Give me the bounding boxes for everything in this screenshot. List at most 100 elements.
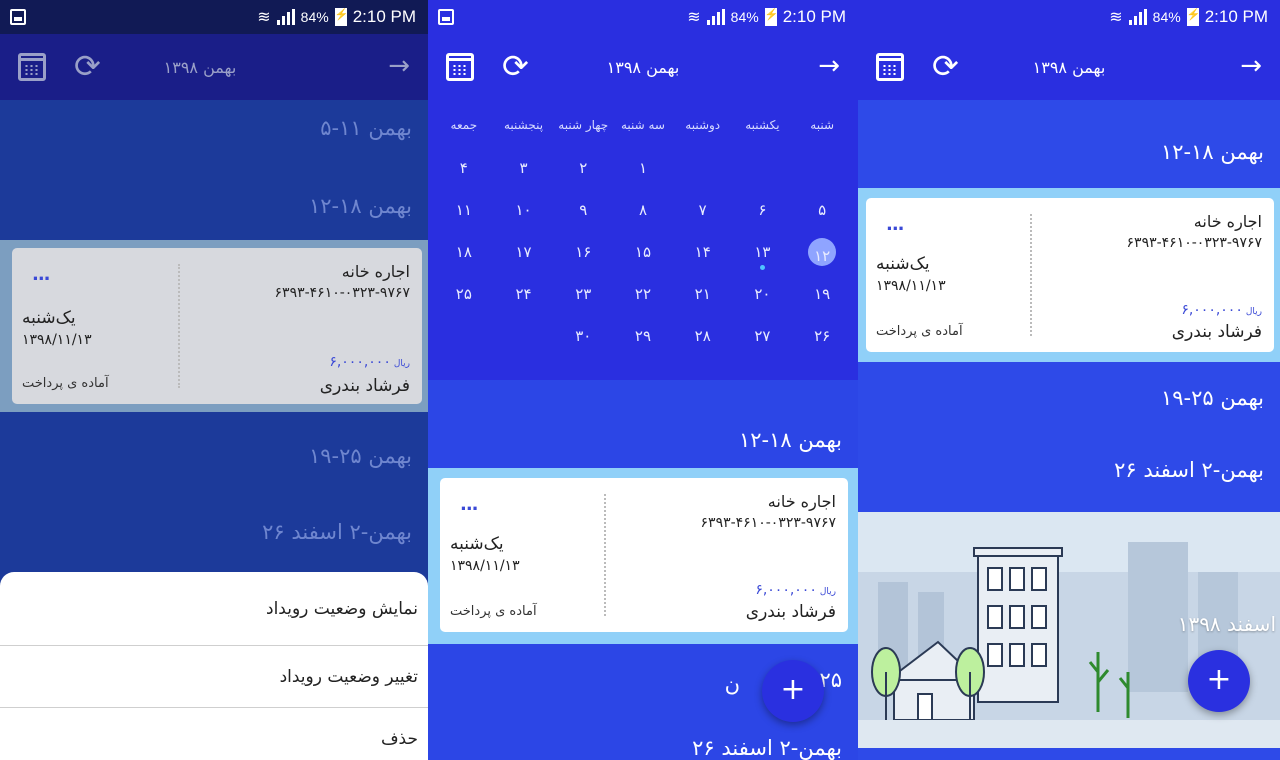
weekday-label: یکشنبه: [745, 118, 780, 132]
calendar-day[interactable]: ۱۴: [673, 234, 733, 276]
weekday-label: جمعه: [450, 118, 478, 132]
calendar-day[interactable]: ۱۱: [434, 192, 494, 234]
calendar-day[interactable]: ۲۷: [733, 318, 793, 360]
calendar-day[interactable]: ۱۷: [494, 234, 554, 276]
weekday-label: شنبه: [810, 118, 834, 132]
calendar-week-row: ۱۹ ۲۰ ۲۱ ۲۲ ۲۳ ۲۴ ۲۵: [428, 276, 858, 318]
calendar-day[interactable]: ۷: [673, 192, 733, 234]
more-options-icon[interactable]: ...: [886, 214, 904, 235]
calendar-day[interactable]: ۵: [792, 192, 852, 234]
week-header-3[interactable]: ۱۹-۲۵ بهمن: [1161, 386, 1264, 410]
screen-event-menu: ≋ 84% 2:10 PM ⟳ بهمن ۱۳۹۸ → ۵-۱۱ بهمن ۱۲…: [0, 0, 428, 760]
event-account: ۶۳۹۳-۴۶۱۰-۰۳۲۳-۹۷۶۷: [274, 285, 410, 301]
arrow-right-icon[interactable]: →: [1240, 52, 1262, 80]
calendar-empty-cell: [792, 150, 852, 192]
event-day: یک‌شنبه: [450, 534, 504, 554]
add-event-button[interactable]: +: [1188, 650, 1250, 712]
calendar-day[interactable]: ۱۰: [494, 192, 554, 234]
delete-option[interactable]: حذف: [0, 708, 428, 760]
week-header-4[interactable]: ۲۶ بهمن-۲ اسفند: [1114, 458, 1264, 482]
battery-icon: [764, 8, 778, 26]
calendar-day[interactable]: ۱: [613, 150, 673, 192]
calendar-day[interactable]: ۸: [613, 192, 673, 234]
calendar-day[interactable]: ۲۵: [434, 276, 494, 318]
calendar-day[interactable]: ۲۴: [494, 276, 554, 318]
more-options-icon[interactable]: ...: [32, 264, 50, 285]
event-card[interactable]: اجاره خانه ۶۳۹۳-۴۶۱۰-۰۳۲۳-۹۷۶۷ ریال۶,۰۰۰…: [866, 198, 1274, 352]
arrow-right-icon[interactable]: →: [818, 52, 840, 80]
today-marker: ۱۲: [808, 238, 837, 266]
calendar-day[interactable]: ۳۰: [553, 318, 613, 360]
signal-icon: [706, 9, 725, 25]
gallery-notification-icon: [438, 9, 454, 25]
page-title: بهمن ۱۳۹۸: [606, 57, 680, 77]
calendar-day[interactable]: ۱۳: [733, 234, 793, 276]
event-date: ۱۳۹۸/۱۱/۱۳: [450, 558, 520, 574]
week-header-1[interactable]: ۵-۱۱ بهمن: [320, 116, 412, 140]
calendar-icon[interactable]: [18, 53, 46, 81]
event-status: آماده ی پرداخت: [876, 324, 963, 339]
battery-percent: 84%: [300, 9, 329, 25]
week-header-3[interactable]: ۱۹-۲۵ بهمن: [309, 444, 412, 468]
week-header-2[interactable]: ۱۲-۱۸ بهمن: [739, 428, 842, 452]
event-date: ۱۳۹۸/۱۱/۱۳: [22, 332, 92, 348]
page-title: بهمن ۱۳۹۸: [163, 57, 237, 77]
event-status: آماده ی پرداخت: [450, 604, 537, 619]
calendar-day[interactable]: ۲۱: [673, 276, 733, 318]
event-title: اجاره خانه: [1193, 212, 1262, 231]
battery-icon: [334, 8, 348, 26]
calendar-day[interactable]: ۱۸: [434, 234, 494, 276]
calendar-week-row: ۱۲۳۴: [428, 150, 858, 192]
battery-percent: 84%: [730, 9, 759, 25]
event-card[interactable]: اجاره خانه ۶۳۹۳-۴۶۱۰-۰۳۲۳-۹۷۶۷ ریال۶,۰۰۰…: [440, 478, 848, 632]
status-bar: ≋ 84% 2:10 PM: [858, 0, 1280, 34]
app-bar: ⟳ بهمن ۱۳۹۸ →: [858, 34, 1280, 100]
calendar-day[interactable]: ۲: [553, 150, 613, 192]
calendar-day[interactable]: ۲۸: [673, 318, 733, 360]
arrow-right-icon[interactable]: →: [388, 52, 410, 80]
calendar-day[interactable]: ۳: [494, 150, 554, 192]
event-payee: فرشاد بندری: [319, 376, 410, 396]
app-bar: ⟳ بهمن ۱۳۹۸ →: [428, 34, 858, 100]
event-title: اجاره خانه: [341, 262, 410, 281]
status-bar: ≋ 84% 2:10 PM: [0, 0, 428, 34]
calendar-day[interactable]: ۴: [434, 150, 494, 192]
calendar-day[interactable]: ۱۹: [792, 276, 852, 318]
calendar-day[interactable]: ۲۳: [553, 276, 613, 318]
weekday-header: شنبه یکشنبه دوشنبه سه شنبه چهار شنبه پنجشنبه ج…: [428, 118, 858, 132]
week-header-4[interactable]: ۲۶ بهمن-۲ اسفند: [692, 736, 842, 760]
calendar-day[interactable]: ۲۹: [613, 318, 673, 360]
weekday-label: دوشنبه: [685, 118, 721, 132]
week-header-2[interactable]: ۱۲-۱۸ بهمن: [1161, 140, 1264, 164]
calendar-empty-cell: [494, 318, 554, 360]
change-status-option[interactable]: تغییر وضعیت رویداد: [0, 646, 428, 708]
wifi-icon: ≋: [257, 9, 271, 26]
page-title: بهمن ۱۳۹۸: [1032, 57, 1106, 77]
battery-icon: [1186, 8, 1200, 26]
week-header-4[interactable]: ۲۶ بهمن-۲ اسفند: [262, 520, 412, 544]
calendar-empty-cell: [434, 318, 494, 360]
sync-icon[interactable]: ⟳: [74, 48, 101, 84]
screen-calendar: ≋ 84% 2:10 PM ⟳ بهمن ۱۳۹۸ → شنبه یکشنبه دو…: [428, 0, 858, 760]
show-status-option[interactable]: نمایش وضعیت رویداد: [0, 572, 428, 646]
event-account: ۶۳۹۳-۴۶۱۰-۰۳۲۳-۹۷۶۷: [1126, 235, 1262, 251]
calendar-day[interactable]: ۲۰: [733, 276, 793, 318]
calendar-day[interactable]: ۱۶: [553, 234, 613, 276]
event-status: آماده ی پرداخت: [22, 376, 109, 391]
calendar-day[interactable]: ۲۶: [792, 318, 852, 360]
calendar-day[interactable]: ۲۲: [613, 276, 673, 318]
calendar-day[interactable]: ۹: [553, 192, 613, 234]
event-title: اجاره خانه: [767, 492, 836, 511]
week-header-2[interactable]: ۱۲-۱۸ بهمن: [309, 194, 412, 218]
more-options-icon[interactable]: ...: [460, 494, 478, 515]
add-event-button[interactable]: +: [762, 660, 824, 722]
calendar-day[interactable]: ۶: [733, 192, 793, 234]
calendar-empty-cell: [733, 150, 793, 192]
clock: 2:10 PM: [782, 7, 846, 26]
event-card[interactable]: اجاره خانه ۶۳۹۳-۴۶۱۰-۰۳۲۳-۹۷۶۷ ریال۶,۰۰۰…: [12, 248, 422, 404]
calendar-day[interactable]: ۱۲: [792, 234, 852, 276]
calendar-week-row: ۲۶ ۲۷ ۲۸ ۲۹ ۳۰: [428, 318, 858, 360]
gallery-notification-icon: [10, 9, 26, 25]
month-calendar: شنبه یکشنبه دوشنبه سه شنبه چهار شنبه پنجشنبه ج…: [428, 100, 858, 380]
calendar-day[interactable]: ۱۵: [613, 234, 673, 276]
